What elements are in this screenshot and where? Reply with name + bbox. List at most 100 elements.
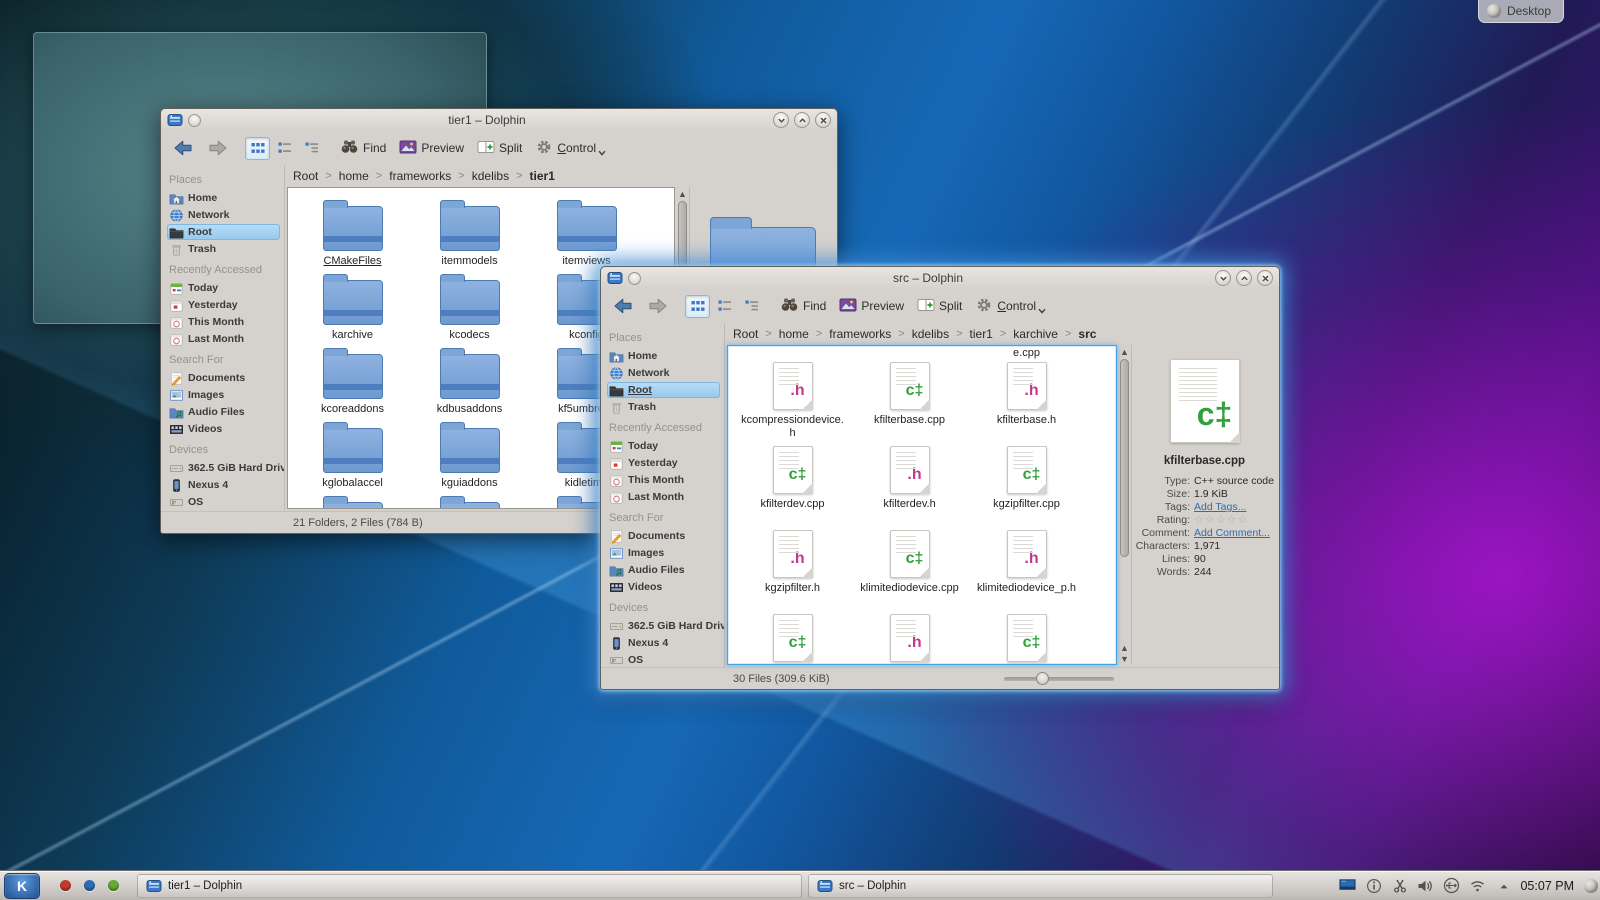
close-button[interactable] bbox=[1257, 270, 1273, 286]
folder-item[interactable]: kcodecs bbox=[411, 272, 528, 346]
places-item[interactable]: Trash bbox=[607, 399, 720, 415]
activity-dot-red[interactable] bbox=[60, 880, 71, 891]
places-item[interactable]: Trash bbox=[167, 241, 280, 257]
places-item[interactable]: Nexus 4 bbox=[607, 635, 720, 651]
file-item[interactable]: .h kfilterbase.h bbox=[968, 362, 1085, 446]
breadcrumb-item[interactable]: tier1 > bbox=[970, 327, 1014, 341]
places-item[interactable]: Home bbox=[607, 348, 720, 364]
compact-view-button[interactable] bbox=[712, 295, 737, 318]
breadcrumb-item[interactable]: home > bbox=[779, 327, 829, 341]
find-button[interactable]: Find bbox=[777, 294, 829, 318]
close-button[interactable] bbox=[815, 112, 831, 128]
file-item[interactable]: .h klimitediodevice_p.h bbox=[968, 530, 1085, 614]
places-item[interactable]: Nexus 4 bbox=[167, 477, 280, 493]
places-item[interactable]: Documents bbox=[167, 370, 280, 386]
breadcrumb-item[interactable]: home > bbox=[339, 169, 389, 183]
display-icon[interactable] bbox=[1339, 877, 1356, 894]
activity-dot-blue[interactable] bbox=[84, 880, 95, 891]
places-item[interactable]: Yesterday bbox=[167, 297, 280, 313]
places-item[interactable]: OS bbox=[607, 652, 720, 667]
titlebar[interactable]: src – Dolphin bbox=[601, 267, 1279, 289]
places-item[interactable]: Network bbox=[167, 207, 280, 223]
scroll-up-icon[interactable]: ▲ bbox=[676, 189, 689, 199]
scroll-up-icon[interactable]: ▲ bbox=[1118, 347, 1131, 357]
file-item[interactable]: c‡ klimitediodevice.cpp bbox=[851, 530, 968, 614]
folder-item[interactable]: CMakeFiles bbox=[294, 198, 411, 272]
file-item[interactable]: c‡ knonefilter.cpp bbox=[734, 614, 851, 664]
places-item[interactable]: Images bbox=[607, 545, 720, 561]
places-item[interactable]: Home bbox=[167, 190, 280, 206]
scrollbar-slider[interactable] bbox=[1120, 359, 1129, 557]
places-item[interactable]: Today bbox=[607, 438, 720, 454]
partially-scrolled-file-name[interactable]: e.cpp bbox=[968, 347, 1085, 359]
file-item[interactable]: c‡ kgzipfilter.cpp bbox=[968, 446, 1085, 530]
info-icon[interactable] bbox=[1365, 877, 1382, 894]
compact-view-button[interactable] bbox=[272, 137, 297, 160]
scrollbar[interactable]: ▲ ▲ ▼ bbox=[1118, 345, 1131, 665]
file-item[interactable]: .h kfilterdev.h bbox=[851, 446, 968, 530]
places-item[interactable]: Images bbox=[167, 387, 280, 403]
icons-view-button[interactable] bbox=[245, 137, 270, 160]
folder-item[interactable]: kglobalaccel bbox=[294, 420, 411, 494]
application-launcher-button[interactable]: K bbox=[4, 873, 40, 899]
folder-item[interactable]: itemmodels bbox=[411, 198, 528, 272]
folder-item[interactable]: kdbusaddons bbox=[411, 346, 528, 420]
forward-button[interactable] bbox=[644, 293, 672, 319]
file-item[interactable]: c‡ kfilterdev.cpp bbox=[734, 446, 851, 530]
wireless-icon[interactable] bbox=[1469, 877, 1486, 894]
control-button[interactable]: Control bbox=[972, 294, 1049, 319]
scroll-down-icon[interactable]: ▼ bbox=[1118, 654, 1131, 664]
info-field-value[interactable]: Add Comment... bbox=[1194, 527, 1270, 540]
breadcrumb-item[interactable]: Root > bbox=[293, 169, 339, 183]
breadcrumb-item[interactable]: Root > bbox=[733, 327, 779, 341]
places-item[interactable]: 362.5 GiB Hard Drive bbox=[167, 460, 280, 476]
titlebar[interactable]: tier1 – Dolphin bbox=[161, 109, 837, 131]
folder-item[interactable]: kguiaddons bbox=[411, 420, 528, 494]
titlebar-menu-button[interactable] bbox=[628, 272, 641, 285]
expand-arrow-icon[interactable] bbox=[1495, 877, 1512, 894]
info-field-value[interactable]: Add Tags... bbox=[1194, 501, 1246, 514]
back-button[interactable] bbox=[169, 135, 197, 161]
breadcrumb-item[interactable]: kdelibs > bbox=[912, 327, 970, 341]
maximize-button[interactable] bbox=[794, 112, 810, 128]
clipboard-icon[interactable] bbox=[1391, 877, 1408, 894]
taskbar-task[interactable]: tier1 – Dolphin bbox=[137, 874, 802, 898]
back-button[interactable] bbox=[609, 293, 637, 319]
volume-icon[interactable] bbox=[1417, 877, 1434, 894]
file-item[interactable]: .h knonefilter.h bbox=[851, 614, 968, 664]
usb-icon[interactable] bbox=[1443, 877, 1460, 894]
breadcrumb-item[interactable]: frameworks > bbox=[829, 327, 911, 341]
places-item[interactable]: Documents bbox=[607, 528, 720, 544]
panel-cashew-icon[interactable] bbox=[1584, 879, 1598, 893]
titlebar-menu-button[interactable] bbox=[188, 114, 201, 127]
places-item[interactable]: Audio Files bbox=[167, 404, 280, 420]
preview-button[interactable]: Preview bbox=[836, 295, 907, 318]
folder-item[interactable] bbox=[294, 494, 411, 508]
control-button[interactable]: Control bbox=[532, 136, 609, 161]
places-item[interactable]: Yesterday bbox=[607, 455, 720, 471]
digital-clock[interactable]: 05:07 PM bbox=[1520, 879, 1574, 893]
zoom-slider[interactable] bbox=[1004, 677, 1114, 681]
breadcrumb-item[interactable]: tier1 > bbox=[530, 169, 555, 183]
folder-item[interactable]: kcoreaddons bbox=[294, 346, 411, 420]
details-view-button[interactable] bbox=[739, 295, 764, 318]
breadcrumb-item[interactable]: kdelibs > bbox=[472, 169, 530, 183]
places-item[interactable]: OS bbox=[167, 494, 280, 510]
places-item[interactable]: Root bbox=[167, 224, 280, 240]
breadcrumb-item[interactable]: src > bbox=[1078, 327, 1096, 341]
places-item[interactable]: This Month bbox=[607, 472, 720, 488]
file-item[interactable]: .h kgzipfilter.h bbox=[734, 530, 851, 614]
forward-button[interactable] bbox=[204, 135, 232, 161]
folder-item[interactable] bbox=[411, 494, 528, 508]
folder-item[interactable]: itemviews bbox=[528, 198, 645, 272]
places-item[interactable]: Videos bbox=[607, 579, 720, 595]
places-item[interactable]: Audio Files bbox=[607, 562, 720, 578]
places-item[interactable]: Root bbox=[607, 382, 720, 398]
taskbar-task[interactable]: src – Dolphin bbox=[808, 874, 1273, 898]
places-item[interactable]: Videos bbox=[167, 421, 280, 437]
breadcrumb-item[interactable]: karchive > bbox=[1013, 327, 1078, 341]
places-item[interactable]: Last Month bbox=[607, 489, 720, 505]
maximize-button[interactable] bbox=[1236, 270, 1252, 286]
places-item[interactable]: Today bbox=[167, 280, 280, 296]
file-item[interactable]: c‡ ktar.cpp bbox=[968, 614, 1085, 664]
